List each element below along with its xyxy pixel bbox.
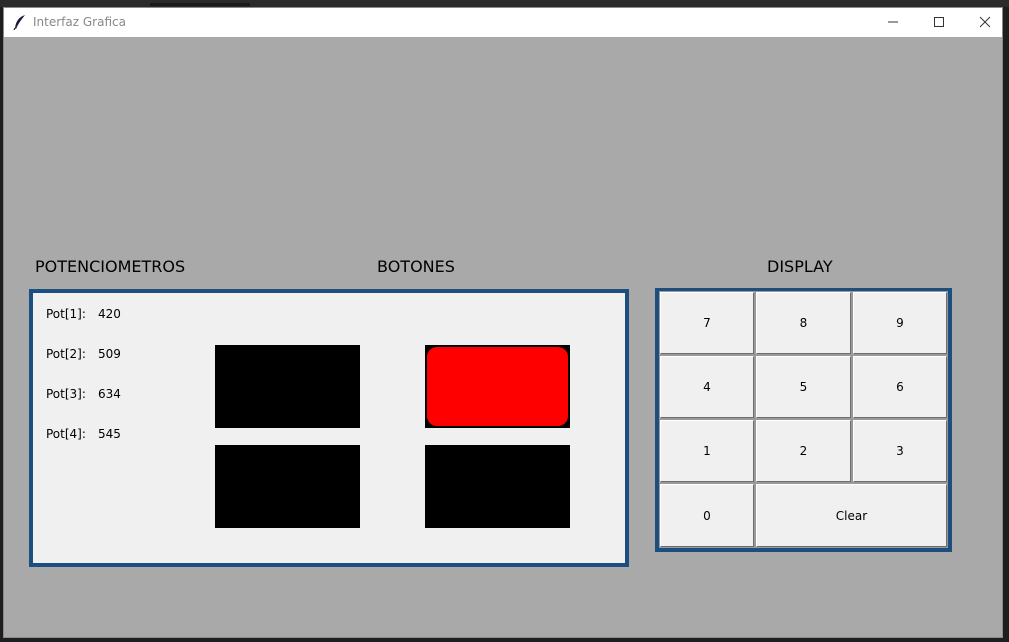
maximize-icon	[934, 17, 944, 27]
button-indicator-4	[425, 445, 570, 528]
pot-label: Pot[2]:	[46, 347, 86, 361]
pot-value: 509	[98, 347, 121, 361]
window-title: Interfaz Grafica	[33, 15, 126, 29]
pot-label: Pot[3]:	[46, 387, 86, 401]
close-icon	[979, 16, 991, 28]
key-9[interactable]: 9	[852, 291, 948, 355]
pot-value: 545	[98, 427, 121, 441]
client-area: POTENCIOMETROS BOTONES DISPLAY Pot[1]: 4…	[4, 37, 1002, 637]
pot-row-4: Pot[4]: 545	[46, 427, 121, 441]
pot-row-1: Pot[1]: 420	[46, 307, 121, 321]
botones-heading: BOTONES	[377, 257, 455, 276]
key-8[interactable]: 8	[755, 291, 852, 355]
display-heading: DISPLAY	[767, 257, 833, 276]
key-0[interactable]: 0	[659, 483, 755, 548]
tab-indicator	[150, 3, 250, 6]
maximize-button[interactable]	[916, 8, 962, 37]
close-button[interactable]	[962, 8, 1008, 37]
desktop-strip	[0, 0, 1009, 7]
minimize-icon	[888, 21, 898, 23]
button-indicator-2	[425, 345, 570, 428]
feather-icon	[13, 14, 27, 31]
pot-label: Pot[1]:	[46, 307, 86, 321]
key-2[interactable]: 2	[755, 419, 852, 483]
button-indicator-1	[215, 345, 360, 428]
button-indicator-3	[215, 445, 360, 528]
key-1[interactable]: 1	[659, 419, 755, 483]
key-3[interactable]: 3	[852, 419, 948, 483]
app-window: Interfaz Grafica POTENCIOMETROS BOTONES …	[3, 7, 1003, 638]
key-4[interactable]: 4	[659, 355, 755, 419]
pot-value: 420	[98, 307, 121, 321]
potenciometros-heading: POTENCIOMETROS	[35, 257, 186, 276]
key-5[interactable]: 5	[755, 355, 852, 419]
key-6[interactable]: 6	[852, 355, 948, 419]
keypad-display: 7 8 9 4 5 6 1 2 3 0 Clear	[655, 288, 952, 552]
pot-row-2: Pot[2]: 509	[46, 347, 121, 361]
controls-panel: Pot[1]: 420 Pot[2]: 509 Pot[3]: 634 Pot[…	[29, 289, 629, 567]
minimize-button[interactable]	[870, 8, 916, 37]
clear-button[interactable]: Clear	[755, 483, 948, 548]
pot-label: Pot[4]:	[46, 427, 86, 441]
pot-row-3: Pot[3]: 634	[46, 387, 121, 401]
key-7[interactable]: 7	[659, 291, 755, 355]
pot-value: 634	[98, 387, 121, 401]
title-bar[interactable]: Interfaz Grafica	[4, 8, 1002, 37]
